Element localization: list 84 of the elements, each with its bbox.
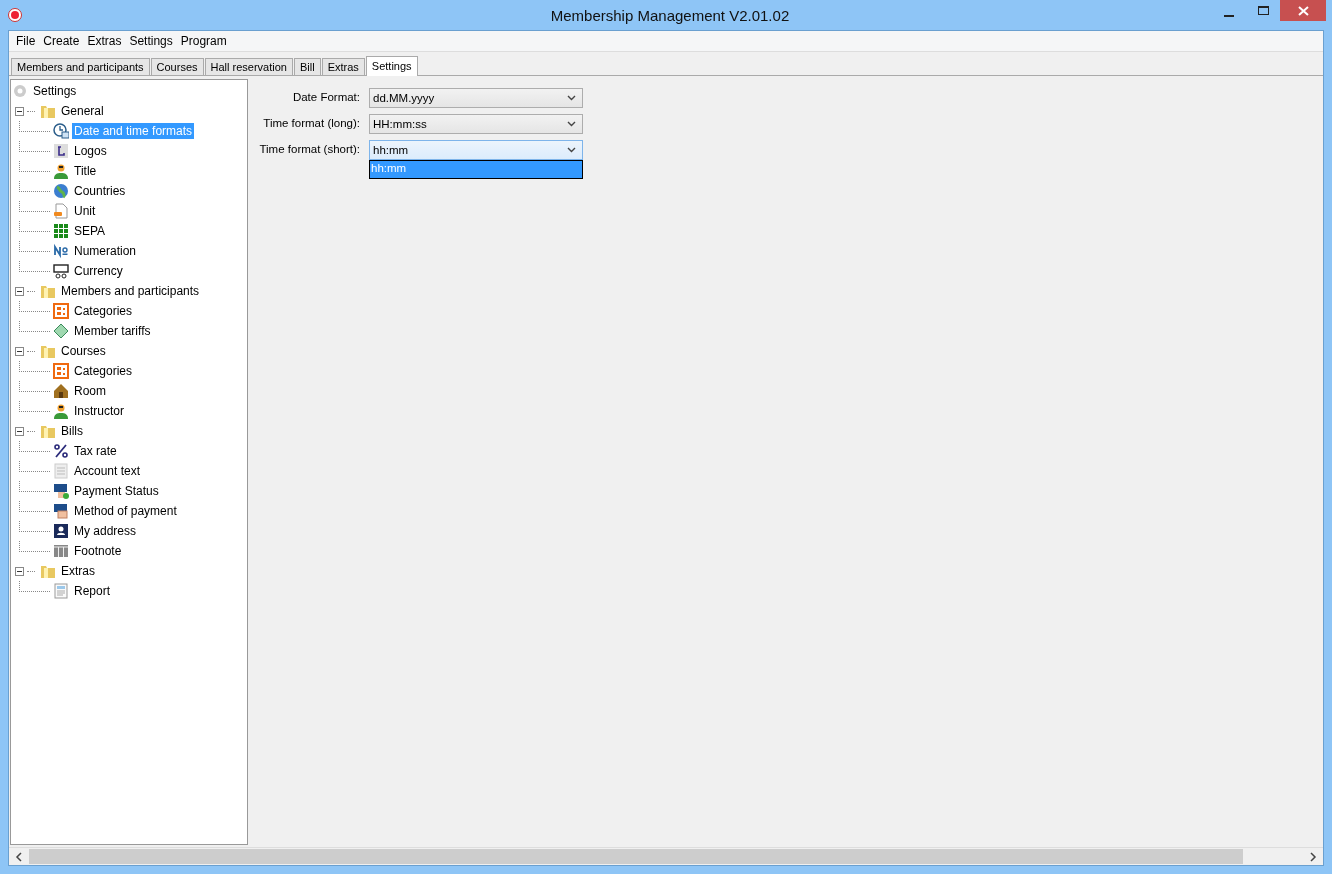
tab[interactable]: Courses (150, 58, 204, 75)
contact-card-icon (53, 523, 69, 539)
menu-item[interactable]: File (12, 34, 40, 48)
tree-item[interactable]: Members and participants (59, 283, 202, 299)
category-icon (53, 363, 69, 379)
tree-item[interactable]: SEPA (72, 223, 108, 239)
folder-icon (40, 563, 56, 579)
tree-item[interactable]: Bills (59, 423, 85, 439)
menu-item[interactable]: Program (176, 34, 231, 48)
tab[interactable]: Bill (293, 58, 321, 75)
menu-item[interactable]: Extras (83, 34, 126, 48)
app-logo-icon (8, 8, 22, 22)
tag-icon (53, 323, 69, 339)
menu-item[interactable]: Settings (125, 34, 177, 48)
tab[interactable]: Members and participants (11, 58, 150, 75)
collapse-toggle[interactable] (15, 566, 24, 576)
folder-icon (40, 103, 56, 119)
person-icon (53, 403, 69, 419)
clock-icon (53, 123, 69, 139)
tree-item[interactable]: Countries (72, 183, 128, 199)
field-label: Date Format: (291, 90, 361, 103)
card-icon (53, 483, 69, 499)
banknote-icon (53, 263, 69, 279)
globe-icon (53, 183, 69, 199)
menu-item[interactable]: Create (39, 34, 84, 48)
house-icon (53, 383, 69, 399)
chevron-down-icon (567, 95, 576, 101)
window-title: Membership Management V2.01.02 (550, 6, 790, 24)
tree-item[interactable]: Instructor (72, 403, 126, 419)
tree-item[interactable]: Unit (72, 203, 98, 219)
tab[interactable]: Hall reservation (204, 58, 293, 75)
dropdown[interactable]: HH:mm:ss (369, 114, 583, 134)
tab[interactable]: Extras (321, 58, 365, 75)
tree-item[interactable]: Member tariffs (72, 323, 153, 339)
tree-item[interactable]: General (59, 103, 106, 119)
tree-item[interactable]: Account text (72, 463, 143, 479)
tree-item[interactable]: Courses (59, 343, 108, 359)
folder-icon (40, 423, 56, 439)
dropdown[interactable]: hh:mm (369, 140, 583, 160)
collapse-toggle[interactable] (15, 346, 24, 356)
tree-item[interactable]: Settings (31, 83, 79, 99)
chevron-down-icon (567, 147, 576, 153)
tree-item[interactable]: Currency (72, 263, 125, 279)
scroll-left-icon[interactable] (15, 851, 23, 862)
card-icon (53, 503, 69, 519)
page-icon (53, 463, 69, 479)
category-icon (53, 303, 69, 319)
chevron-down-icon (567, 121, 576, 127)
person-icon (53, 163, 69, 179)
field-label: Time format (long): (262, 116, 361, 129)
field-label: Time format (short): (258, 142, 361, 155)
collapse-toggle[interactable] (15, 286, 24, 296)
collapse-toggle[interactable] (15, 106, 24, 116)
tree-item[interactable]: Categories (72, 303, 135, 319)
folder-icon (40, 343, 56, 359)
tree-item[interactable]: Logos (72, 143, 109, 159)
grid-icon (53, 223, 69, 239)
document-icon (53, 203, 69, 219)
tree-item[interactable]: Numeration (72, 243, 139, 259)
tree-item[interactable]: Method of payment (72, 503, 179, 519)
tree-item[interactable]: Title (72, 163, 99, 179)
tree-item[interactable]: My address (72, 523, 139, 539)
dropdown[interactable]: dd.MM.yyyy (369, 88, 583, 108)
number-sign-icon (53, 243, 69, 259)
tree-item[interactable]: Extras (59, 563, 97, 579)
close-icon (1297, 5, 1309, 16)
percent-icon (53, 443, 69, 459)
tree-item[interactable]: Categories (72, 363, 135, 379)
close-button[interactable] (1280, 0, 1326, 21)
tree-item[interactable]: Tax rate (72, 443, 119, 459)
maximize-icon (1257, 5, 1269, 16)
folder-icon (40, 283, 56, 299)
tab[interactable]: Settings (365, 56, 418, 76)
scroll-right-icon[interactable] (1309, 851, 1317, 862)
tree-item[interactable]: Room (72, 383, 108, 399)
letter-tile-icon (53, 143, 69, 159)
columns-icon (53, 543, 69, 559)
collapse-toggle[interactable] (15, 426, 24, 436)
horizontal-scrollbar[interactable] (9, 847, 1323, 865)
tree-item[interactable]: Footnote (72, 543, 124, 559)
report-icon (53, 583, 69, 599)
tree-item[interactable]: Report (72, 583, 113, 599)
tree-item[interactable]: Payment Status (72, 483, 161, 499)
minimize-icon (1224, 14, 1234, 17)
